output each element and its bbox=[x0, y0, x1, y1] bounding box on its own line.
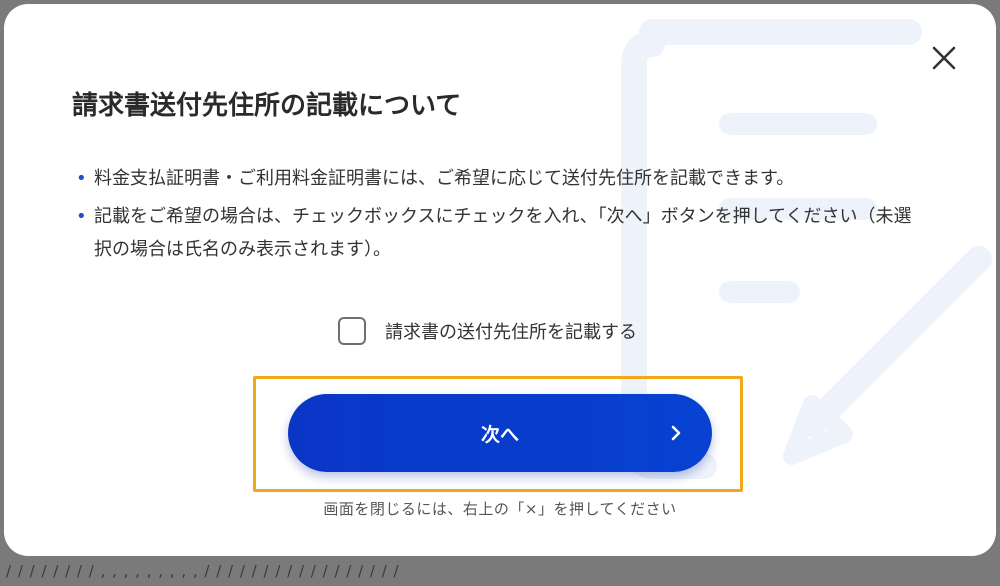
close-button[interactable] bbox=[926, 40, 962, 76]
bullet-icon: • bbox=[76, 206, 87, 227]
address-checkbox-row[interactable]: 請求書の送付先住所を記載する bbox=[338, 316, 637, 346]
next-button-label: 次へ bbox=[480, 423, 519, 446]
address-checkbox[interactable] bbox=[338, 317, 366, 345]
background-content-strip: / / / / / / / / , , , , , , , , , / / / … bbox=[6, 562, 400, 580]
dialog-title: 請求書送付先住所の記載について bbox=[72, 91, 462, 121]
note-text: 料金支払証明書・ご利用料金証明書には、ご希望に応じて送付先住所を記載できます。 bbox=[94, 168, 795, 189]
address-checkbox-label[interactable]: 請求書の送付先住所を記載する bbox=[385, 318, 637, 344]
note-item: • 料金支払証明書・ご利用料金証明書には、ご希望に応じて送付先住所を記載できます… bbox=[76, 162, 926, 195]
close-hint: 画面を閉じるには、右上の「×」を押してください bbox=[323, 500, 677, 518]
note-text: 記載をご希望の場合は、チェックボックスにチェックを入れ、「次へ」ボタンを押してく… bbox=[94, 206, 912, 260]
next-button[interactable]: 次へ bbox=[288, 394, 712, 472]
bullet-icon: • bbox=[76, 168, 87, 189]
close-icon bbox=[932, 46, 956, 70]
note-item: • 記載をご希望の場合は、チェックボックスにチェックを入れ、「次へ」ボタンを押し… bbox=[76, 200, 926, 266]
notes-list: • 料金支払証明書・ご利用料金証明書には、ご希望に応じて送付先住所を記載できます… bbox=[76, 162, 926, 271]
address-dialog: 請求書送付先住所の記載について • 料金支払証明書・ご利用料金証明書には、ご希望… bbox=[4, 4, 996, 556]
chevron-right-icon bbox=[671, 425, 681, 441]
